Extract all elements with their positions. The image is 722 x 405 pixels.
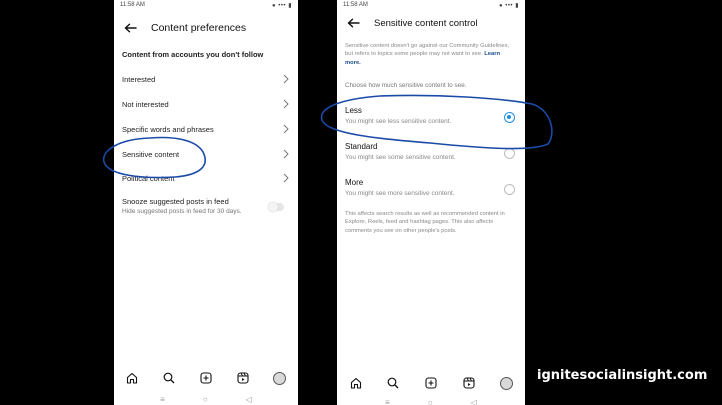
sensitive-content-screen: 11:58 AM ● ••• ▮ Sensitive content contr… (337, 0, 525, 405)
menu-item-label: Not interested (122, 99, 169, 109)
radio-button-selected[interactable] (504, 112, 515, 123)
chevron-right-icon (283, 74, 289, 84)
menu-nav-icon[interactable]: ≡ (160, 395, 165, 404)
radio-button[interactable] (504, 184, 515, 195)
profile-icon[interactable] (273, 371, 287, 385)
option-sublabel: You might see more sensitive content. (345, 190, 455, 197)
radio-button[interactable] (504, 148, 515, 159)
page-title: Content preferences (151, 22, 247, 34)
snooze-subtitle: Hide suggested posts in feed for 30 days… (122, 208, 242, 215)
option-more[interactable]: More You might see more sensitive conten… (345, 178, 517, 197)
profile-icon[interactable] (499, 376, 513, 390)
chevron-right-icon (283, 173, 289, 183)
menu-item-label: Sensitive content (122, 149, 180, 159)
section-header: Content from accounts you don't follow (122, 50, 264, 59)
avatar (273, 371, 287, 385)
content-preferences-screen: 11:58 AM ● ••• ▮ Content preferences Con… (114, 0, 298, 405)
menu-item-political-content[interactable]: Political content (122, 170, 290, 186)
snooze-toggle[interactable] (268, 202, 284, 212)
bottom-nav (114, 368, 298, 388)
status-bar: 11:58 AM ● ••• ▮ (337, 0, 525, 10)
footer-note: This affects search results as well as r… (345, 211, 505, 234)
search-icon[interactable] (386, 376, 400, 390)
chevron-right-icon (283, 149, 289, 159)
home-nav-icon[interactable]: ○ (428, 398, 433, 405)
system-nav: ≡ ○ ◁ (337, 396, 525, 405)
option-standard[interactable]: Standard You might see some sensitive co… (345, 142, 517, 161)
description: Sensitive content doesn't go against our… (345, 42, 515, 67)
reels-icon[interactable] (236, 371, 250, 385)
menu-item-sensitive-content[interactable]: Sensitive content (122, 146, 290, 162)
watermark: ignitesocialinsight.com (537, 368, 708, 383)
option-label: More (345, 178, 364, 187)
avatar (499, 376, 513, 390)
back-nav-icon[interactable]: ◁ (471, 398, 477, 405)
menu-item-label: Specific words and phrases (122, 124, 214, 134)
home-icon[interactable] (349, 376, 363, 390)
back-arrow-icon[interactable] (345, 15, 361, 31)
status-icons: ● ••• ▮ (271, 2, 292, 9)
toggle-knob (268, 202, 278, 212)
back-nav-icon[interactable]: ◁ (246, 395, 252, 404)
option-label: Less (345, 106, 362, 115)
chevron-right-icon (283, 124, 289, 134)
option-sublabel: You might see some sensitive content. (345, 154, 456, 161)
bottom-nav (337, 373, 525, 393)
search-icon[interactable] (162, 371, 176, 385)
status-time: 11:58 AM (120, 2, 145, 8)
option-label: Standard (345, 142, 378, 151)
menu-item-label: Interested (122, 74, 156, 84)
status-bar: 11:58 AM ● ••• ▮ (114, 0, 298, 10)
system-nav: ≡ ○ ◁ (114, 393, 298, 405)
chevron-right-icon (283, 99, 289, 109)
menu-nav-icon[interactable]: ≡ (385, 398, 390, 405)
header: Content preferences (114, 18, 298, 38)
page-title: Sensitive content control (374, 17, 478, 29)
snooze-title: Snooze suggested posts in feed (122, 197, 229, 206)
menu-item-specific-words[interactable]: Specific words and phrases (122, 121, 290, 137)
status-icons: ● ••• ▮ (498, 2, 519, 9)
choose-label: Choose how much sensitive content to see… (345, 82, 467, 89)
menu-item-interested[interactable]: Interested (122, 71, 290, 87)
home-nav-icon[interactable]: ○ (203, 395, 208, 404)
back-arrow-icon[interactable] (122, 20, 138, 36)
snooze-setting: Snooze suggested posts in feed Hide sugg… (122, 197, 290, 215)
create-icon[interactable] (199, 371, 213, 385)
option-less[interactable]: Less You might see less sensitive conten… (345, 106, 517, 125)
home-icon[interactable] (125, 371, 139, 385)
create-icon[interactable] (424, 376, 438, 390)
header: Sensitive content control (337, 13, 525, 33)
menu-item-label: Political content (122, 173, 175, 183)
menu-item-not-interested[interactable]: Not interested (122, 96, 290, 112)
reels-icon[interactable] (462, 376, 476, 390)
option-sublabel: You might see less sensitive content. (345, 118, 452, 125)
status-time: 11:58 AM (343, 2, 368, 8)
